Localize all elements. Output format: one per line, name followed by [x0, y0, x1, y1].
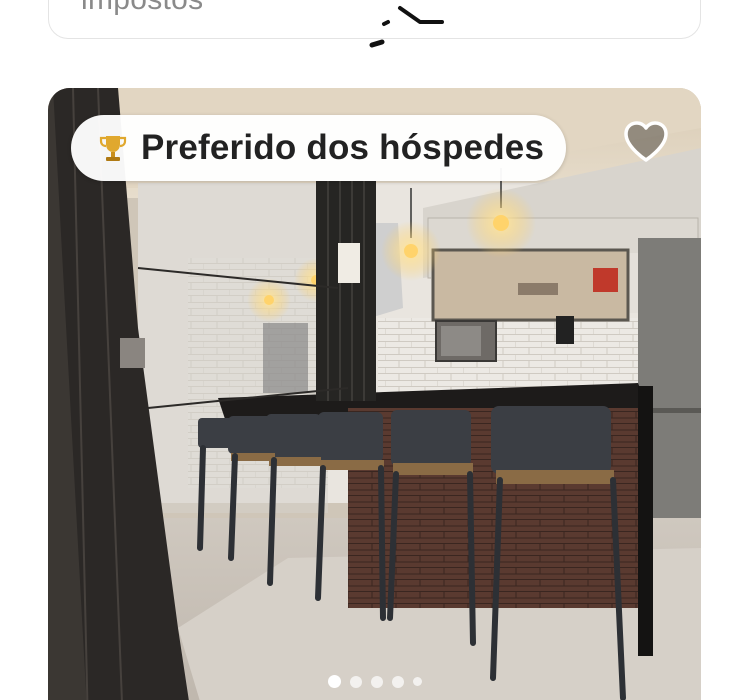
carousel-indicator	[48, 675, 701, 688]
carousel-dot[interactable]	[349, 675, 362, 688]
trophy-icon	[99, 136, 127, 161]
scribble-mark	[369, 6, 444, 48]
taxes-label: impostos	[81, 0, 203, 17]
guest-favorite-badge: Preferido dos hóspedes	[71, 115, 567, 181]
carousel-dot[interactable]	[391, 675, 404, 688]
listing-photo-card[interactable]: Preferido dos hóspedes	[48, 88, 701, 700]
guest-favorite-label: Preferido dos hóspedes	[141, 128, 545, 167]
carousel-dot[interactable]	[412, 677, 422, 686]
carousel-dot[interactable]	[327, 675, 341, 688]
carousel-dot[interactable]	[370, 675, 383, 688]
heart-icon[interactable]	[620, 116, 672, 168]
